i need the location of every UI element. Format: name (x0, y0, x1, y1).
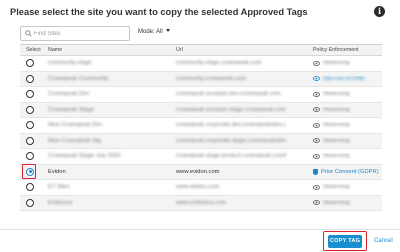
eye-icon (313, 153, 320, 159)
site-name: Evidonna (48, 199, 73, 206)
search-box[interactable] (20, 26, 130, 41)
site-url: community.stage.crownpeak.com (176, 60, 262, 66)
table-row[interactable]: New Crownpeak Stg crownpeak.corporate.sta… (20, 133, 382, 149)
table-row[interactable]: Crownpeak Stage crownpeak-scorpion.stage.… (20, 102, 382, 118)
select-radio[interactable] (26, 167, 34, 176)
select-radio[interactable] (26, 183, 34, 191)
select-radio[interactable] (26, 59, 34, 67)
table-row[interactable]: ET Sites www.etsites.com Observing (20, 180, 382, 196)
policy-enforcement: Observing (313, 200, 381, 206)
eye-icon (313, 184, 320, 190)
table-row[interactable]: Evidon www.evidon.com Prior Consent (GDPR) (20, 163, 382, 180)
eye-icon (313, 200, 320, 205)
site-name: Crownpeak Stage (48, 106, 95, 113)
policy-label: Observing (323, 199, 350, 206)
select-radio[interactable] (26, 105, 34, 114)
header-policy: Policy Enforcement (313, 47, 359, 53)
chevron-down-icon (165, 29, 170, 32)
policy-label: Opt-Out (CCPA) (323, 75, 365, 82)
site-name: Crownpeak Stage July 2020 (48, 153, 121, 159)
site-url: crownpeak.corporate.stage.crownpeaksites… (176, 137, 286, 144)
eye-icon (313, 60, 320, 66)
policy-label: Observing (323, 122, 350, 128)
site-name: ET Sites (48, 184, 70, 190)
site-name: Evidon (48, 168, 66, 175)
header-name: Name (48, 47, 63, 53)
mode-dropdown[interactable]: Mode: All (138, 29, 170, 35)
table-row[interactable]: Crownpeak Community community.crownpeak.c… (20, 71, 382, 87)
table-row[interactable]: Crownpeak Stage July 2020 crownpeak-stage… (20, 149, 382, 165)
policy-label: Observing (323, 106, 350, 113)
mode-label: Mode: All (138, 29, 163, 35)
select-radio[interactable] (26, 121, 34, 129)
eye-icon (313, 138, 320, 143)
eye-icon (313, 91, 320, 97)
policy-enforcement: Observing (313, 107, 381, 113)
cancel-button[interactable]: Cancel (374, 238, 393, 244)
table-row[interactable]: Evidonna www.evidonna.com Observing (20, 195, 382, 211)
copy-tag-button[interactable]: COPY TAG (328, 235, 362, 248)
sites-table: Select Name Url Policy Enforcement commu… (20, 44, 382, 226)
select-radio[interactable] (26, 136, 34, 145)
table-row[interactable]: New Crownpeak Dev crownpeak.corporate.dev… (20, 118, 382, 134)
table-row[interactable]: community.stage community.stage.crownpeak… (20, 56, 382, 72)
site-url: crownpeak-stage.product.crownpeak.com/ho… (176, 153, 286, 159)
site-url: www.etsites.com (176, 184, 220, 190)
policy-label: Observing (323, 184, 350, 190)
select-radio[interactable] (26, 198, 34, 207)
site-url: www.evidonna.com (176, 199, 226, 206)
shield-icon (313, 168, 318, 175)
site-name: New Crownpeak Stg (48, 137, 101, 144)
site-name: New Crownpeak Dev (48, 122, 103, 128)
site-name: Crownpeak Community (48, 75, 109, 82)
policy-label: Observing (323, 60, 350, 66)
policy-enforcement: Observing (313, 153, 381, 159)
info-icon[interactable]: i (374, 6, 385, 17)
policy-label: Observing (323, 153, 350, 159)
header-select: Select (26, 47, 41, 53)
policy-enforcement: Prior Consent (GDPR) (313, 168, 381, 175)
policy-enforcement: Observing (313, 184, 381, 190)
dialog-title: Please select the site you want to copy … (10, 7, 308, 17)
site-url: crownpeak.corporate.dev.crownpeaksites.c… (176, 122, 286, 128)
table-row[interactable]: Crownpeak Dev crownpeak-scorpion.dev.crow… (20, 87, 382, 103)
site-url: crownpeak-scorpion.dev.crownpeak.com (176, 91, 281, 97)
search-icon (25, 30, 32, 37)
table-body: community.stage community.stage.crownpeak… (20, 56, 382, 211)
policy-enforcement: Observing (313, 138, 381, 144)
policy-enforcement: Observing (313, 122, 381, 128)
opt-out-icon (313, 76, 320, 81)
policy-label: Prior Consent (GDPR) (321, 168, 379, 175)
site-url: crownpeak-scorpion.stage.crownpeak.com (176, 106, 286, 113)
policy-label: Observing (323, 91, 350, 97)
search-input[interactable] (34, 28, 124, 39)
site-url: community.crownpeak.com (176, 75, 246, 82)
site-url: www.evidon.com (176, 168, 220, 175)
select-radio[interactable] (26, 152, 34, 160)
header-url: Url (176, 47, 183, 53)
eye-icon (313, 122, 320, 128)
policy-enforcement: Opt-Out (CCPA) (313, 76, 381, 82)
policy-label: Observing (323, 137, 350, 144)
policy-enforcement: Observing (313, 91, 381, 97)
site-name: community.stage (48, 60, 92, 66)
policy-enforcement: Observing (313, 60, 381, 66)
table-header: Select Name Url Policy Enforcement (20, 45, 382, 56)
select-radio[interactable] (26, 90, 34, 98)
footer-divider (0, 229, 400, 230)
eye-icon (313, 107, 320, 112)
select-radio[interactable] (26, 74, 34, 83)
site-name: Crownpeak Dev (48, 91, 90, 97)
